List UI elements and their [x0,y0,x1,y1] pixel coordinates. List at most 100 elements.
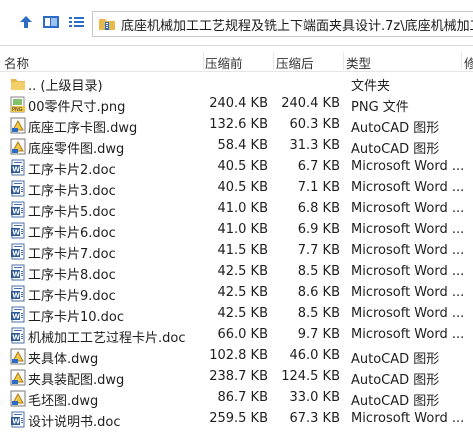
file-row[interactable]: W 工序卡片8.doc 42.5 KB 8.5 KB Microsoft Word ..… [0,262,473,283]
file-unpacked-size: 31.3 KB [289,138,340,153]
word-doc-icon: W [10,243,26,260]
file-name: 底座零件图.dwg [28,142,125,157]
file-type: AutoCAD 图形 [351,142,440,157]
word-doc-icon: W [10,264,26,281]
dwg-icon [10,390,26,407]
file-row[interactable]: 夹具体.dwg 102.8 KB 46.0 KB AutoCAD 图形 [0,346,473,367]
file-unpacked-size: 7.1 KB [297,180,340,195]
svg-text:W: W [12,166,20,174]
file-type: Microsoft Word ... [351,180,465,195]
column-unpacked[interactable]: 压缩后 [276,53,314,72]
file-unpacked-size: 6.9 KB [297,222,340,237]
file-list: .. (上级目录) 文件夹 PNG 00零件尺寸.png 240.4 KB 240.4 K… [0,73,473,437]
column-packed[interactable]: 压缩前 [205,53,243,72]
file-packed-size: 41.0 KB [217,222,268,237]
svg-text:W: W [12,271,20,279]
file-row[interactable]: PNG 00零件尺寸.png 240.4 KB 240.4 KB PNG 文件 [0,94,473,115]
file-packed-size: 238.7 KB [209,369,268,384]
file-type: AutoCAD 图形 [351,394,440,409]
file-packed-size: 102.8 KB [209,348,268,363]
column-modified[interactable]: 修 [464,53,473,72]
file-unpacked-size: 240.4 KB [281,96,340,111]
file-name: 底座工序卡图.dwg [28,121,138,136]
word-doc-icon: W [10,327,26,344]
file-packed-size: 86.7 KB [217,390,268,405]
file-name: 工序卡片2.doc [28,163,116,178]
file-row[interactable]: W 工序卡片2.doc 40.5 KB 6.7 KB Microsoft Word ..… [0,157,473,178]
file-row[interactable]: 底座工序卡图.dwg 132.6 KB 60.3 KB AutoCAD 图形 [0,115,473,136]
file-packed-size: 259.5 KB [209,411,268,426]
file-row[interactable]: W 设计说明书.doc 259.5 KB 67.3 KB Microsoft Word … [0,409,473,430]
file-packed-size: 66.0 KB [217,327,268,342]
file-unpacked-size: 46.0 KB [289,348,340,363]
file-packed-size: 240.4 KB [209,96,268,111]
file-name: 毛坯图.dwg [28,394,99,409]
file-row[interactable]: W 工序卡片7.doc 41.5 KB 7.7 KB Microsoft Word ..… [0,241,473,262]
file-row[interactable]: W 工序卡片3.doc 40.5 KB 7.1 KB Microsoft Word ..… [0,178,473,199]
file-row[interactable]: W 机械加工工艺过程卡片.doc 66.0 KB 9.7 KB Microsoft Wo… [0,325,473,346]
svg-text:W: W [12,250,20,258]
file-name: 机械加工工艺过程卡片.doc [28,331,186,346]
word-doc-icon: W [10,180,26,197]
archive-folder-icon [98,16,116,32]
file-type: 文件夹 [351,79,391,94]
file-name: 工序卡片10.doc [28,310,125,325]
svg-text:W: W [12,313,20,321]
file-row[interactable]: W 工序卡片6.doc 41.0 KB 6.9 KB Microsoft Word ..… [0,220,473,241]
file-row[interactable]: W 工序卡片10.doc 42.5 KB 8.5 KB Microsoft Word .… [0,304,473,325]
file-name: 00零件尺寸.png [28,100,126,115]
file-name: 工序卡片5.doc [28,205,116,220]
file-name: 工序卡片8.doc [28,268,116,283]
dwg-icon [10,348,26,365]
svg-text:W: W [12,418,20,426]
list-view-icon[interactable] [67,12,87,32]
path-bar[interactable]: 底座机械加工工艺规程及铣上下端面夹具设计.7z\底座机械加工工艺 [92,11,473,37]
file-unpacked-size: 33.0 KB [289,390,340,405]
file-unpacked-size: 124.5 KB [281,369,340,384]
file-type: Microsoft Word ... [351,327,465,342]
file-type: Microsoft Word ... [351,264,465,279]
column-divider[interactable] [203,52,204,70]
word-doc-icon: W [10,222,26,239]
file-type: Microsoft Word ... [351,306,465,321]
file-row[interactable]: 夹具装配图.dwg 238.7 KB 124.5 KB AutoCAD 图形 [0,367,473,388]
file-type: Microsoft Word ... [351,411,465,426]
file-row[interactable]: 毛坯图.dwg 86.7 KB 33.0 KB AutoCAD 图形 [0,388,473,409]
svg-text:W: W [12,208,20,216]
word-doc-icon: W [10,306,26,323]
file-packed-size: 41.5 KB [217,243,268,258]
png-icon: PNG [10,96,26,113]
file-type: Microsoft Word ... [351,243,465,258]
file-row[interactable]: 底座零件图.dwg 58.4 KB 31.3 KB AutoCAD 图形 [0,136,473,157]
file-packed-size: 58.4 KB [217,138,268,153]
file-unpacked-size: 8.5 KB [297,264,340,279]
file-unpacked-size: 60.3 KB [289,117,340,132]
svg-text:W: W [12,187,20,195]
file-name: 夹具装配图.dwg [28,373,125,388]
view-panel-icon[interactable] [41,12,61,32]
column-type[interactable]: 类型 [346,53,371,72]
dwg-icon [10,369,26,386]
file-row[interactable]: .. (上级目录) 文件夹 [0,73,473,94]
file-type: Microsoft Word ... [351,159,465,174]
svg-text:W: W [12,334,20,342]
column-divider[interactable] [461,52,462,70]
file-unpacked-size: 6.7 KB [297,159,340,174]
column-name[interactable]: 名称 [4,53,29,72]
file-packed-size: 132.6 KB [209,117,268,132]
file-unpacked-size: 9.7 KB [297,327,340,342]
column-divider[interactable] [343,52,344,70]
column-header: 名称 压缩前 压缩后 类型 修 [0,50,473,72]
file-row[interactable]: W 工序卡片5.doc 41.0 KB 6.8 KB Microsoft Word ..… [0,199,473,220]
arrow-up-icon[interactable] [16,12,36,32]
file-packed-size: 42.5 KB [217,285,268,300]
file-name: 工序卡片3.doc [28,184,116,199]
file-name: .. (上级目录) [28,79,103,94]
file-type: AutoCAD 图形 [351,373,440,388]
svg-text:W: W [12,229,20,237]
file-unpacked-size: 8.6 KB [297,285,340,300]
word-doc-icon: W [10,201,26,218]
svg-text:PNG: PNG [12,107,23,113]
file-row[interactable]: W 工序卡片9.doc 42.5 KB 8.6 KB Microsoft Word ..… [0,283,473,304]
column-divider[interactable] [273,52,274,70]
